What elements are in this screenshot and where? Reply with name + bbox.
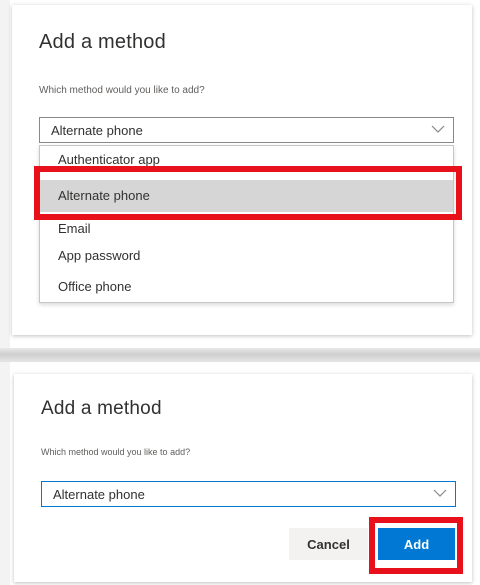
method-select-value: Alternate phone: [51, 123, 143, 138]
option-label: Email: [58, 221, 91, 236]
option-label: Alternate phone: [58, 188, 150, 203]
option-label: Office phone: [58, 279, 132, 294]
chevron-down-icon: [431, 125, 445, 133]
dialog-question: Which method would you like to add?: [41, 447, 191, 457]
option-alternate-phone[interactable]: Alternate phone: [40, 180, 453, 212]
option-office-phone[interactable]: Office phone: [40, 271, 453, 303]
dialog-title: Add a method: [39, 31, 166, 53]
background-edge: [0, 362, 10, 585]
option-app-password[interactable]: App password: [40, 240, 453, 272]
add-button[interactable]: Add: [378, 528, 455, 560]
chevron-down-icon: [433, 489, 447, 497]
option-label: App password: [58, 248, 141, 263]
top-screenshot-panel: Add a method Which method would you like…: [0, 0, 480, 350]
dialog-question: Which method would you like to add?: [39, 85, 205, 96]
cancel-button[interactable]: Cancel: [289, 528, 368, 560]
method-select-value: Alternate phone: [53, 487, 145, 502]
method-select[interactable]: Alternate phone: [41, 481, 456, 507]
bottom-screenshot-panel: Add a method Which method would you like…: [0, 362, 480, 585]
dialog-title: Add a method: [41, 398, 162, 419]
option-label: Authenticator app: [58, 152, 160, 167]
screenshot-separator: [0, 348, 480, 362]
method-select[interactable]: Alternate phone: [39, 117, 454, 143]
option-authenticator-app[interactable]: Authenticator app: [40, 144, 453, 176]
method-dropdown-list: Authenticator app Alternate phone Email …: [39, 145, 454, 303]
background-edge: [0, 0, 10, 350]
